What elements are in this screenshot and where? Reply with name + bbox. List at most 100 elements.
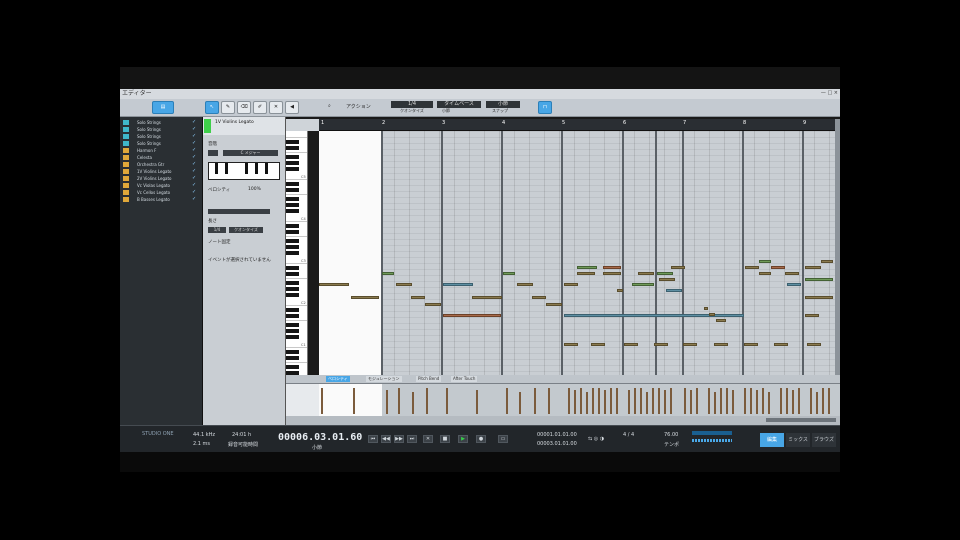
track-item[interactable]: Vc Violas Legato ✓ [120,182,202,189]
note-grid[interactable] [319,131,835,375]
midi-note[interactable] [805,278,833,281]
loop-start[interactable]: 00001.01.01.00 [537,432,577,438]
tempo-value[interactable]: 76.00 [664,432,678,438]
midi-note[interactable] [603,272,621,275]
check-icon[interactable]: ✓ [192,175,196,182]
tab-velocity[interactable]: ベロシティ [326,376,350,382]
midi-note[interactable] [443,283,473,286]
midi-note[interactable] [683,343,697,346]
check-icon[interactable]: ✓ [192,133,196,140]
length-mode-select[interactable]: クオンタイズ [229,227,263,233]
velocity-bar[interactable] [744,388,746,414]
midi-note[interactable] [666,289,682,292]
track-item[interactable]: Vc Cellos Legato ✓ [120,189,202,196]
midi-note[interactable] [396,283,412,286]
velocity-bar[interactable] [321,388,323,414]
velocity-bar[interactable] [598,388,600,414]
time-signature[interactable]: 4 / 4 [623,432,634,438]
eraser-tool-button[interactable]: ⌫ [237,101,251,114]
velocity-bar[interactable] [519,392,521,414]
action-menu[interactable]: アクション [346,103,371,110]
check-icon[interactable]: ✓ [192,189,196,196]
check-icon[interactable]: ✓ [192,196,196,203]
tab-after-touch[interactable]: After Touch [451,376,478,382]
velocity-bar[interactable] [592,388,594,414]
track-item[interactable]: Solo Strings ✓ [120,126,202,133]
velocity-bar[interactable] [720,388,722,414]
midi-note[interactable] [805,296,833,299]
velocity-bar[interactable] [756,390,758,414]
midi-note[interactable] [351,296,379,299]
lock-label[interactable]: ノート固定 [208,239,231,245]
vertical-scrollbar[interactable] [835,119,840,375]
midi-note[interactable] [745,266,759,269]
inspector-toggle-button[interactable]: ▤ [152,101,174,114]
midi-note[interactable] [564,283,578,286]
velocity-lane[interactable] [286,383,840,417]
midi-note[interactable] [774,343,788,346]
velocity-bar[interactable] [690,390,692,414]
midi-note[interactable] [821,260,833,263]
quantize-select[interactable]: 1/4 [391,101,433,108]
check-icon[interactable]: ✓ [192,147,196,154]
midi-note[interactable] [617,289,623,292]
midi-note[interactable] [654,343,668,346]
fast-forward-button[interactable]: ▶▶ [394,435,404,443]
velocity-bar[interactable] [640,388,642,414]
velocity-bar[interactable] [810,388,812,414]
track-item[interactable]: Celesta ✓ [120,154,202,161]
midi-note[interactable] [443,314,501,317]
velocity-slider[interactable] [208,209,270,214]
velocity-bar[interactable] [714,392,716,414]
velocity-bar[interactable] [798,388,800,414]
midi-note[interactable] [785,272,799,275]
velocity-bar[interactable] [548,388,550,414]
midi-note[interactable] [591,343,605,346]
snap-select[interactable]: 小節 [486,101,520,108]
midi-note[interactable] [671,266,685,269]
velocity-bar[interactable] [628,390,630,414]
velocity-bar[interactable] [616,388,618,414]
track-item[interactable]: B Basses Legato ✓ [120,196,202,203]
midi-note[interactable] [716,319,726,322]
velocity-bar[interactable] [732,390,734,414]
track-item[interactable]: Solo Strings ✓ [120,140,202,147]
velocity-bar[interactable] [353,388,355,414]
tab-modulation[interactable]: モジュレーション [366,376,402,382]
velocity-bar[interactable] [684,388,686,414]
track-item[interactable]: Harmon F ✓ [120,147,202,154]
midi-note[interactable] [805,266,821,269]
midi-note[interactable] [577,272,595,275]
tab-browse[interactable]: ブラウズ [812,433,836,447]
scale-key-select[interactable] [208,150,218,156]
midi-note[interactable] [517,283,533,286]
paint-tool-button[interactable]: ✐ [253,101,267,114]
velocity-bar[interactable] [792,390,794,414]
velocity-value[interactable]: 100% [248,187,261,192]
midi-note[interactable] [546,303,562,306]
loop-button[interactable]: ✕ [423,435,433,443]
midi-note[interactable] [603,266,621,269]
velocity-bar[interactable] [634,388,636,414]
timebase-select[interactable]: タイムベース [437,101,481,108]
velocity-bar[interactable] [708,388,710,414]
velocity-bar[interactable] [670,388,672,414]
velocity-bar[interactable] [506,388,508,414]
metronome-button[interactable]: ▭ [498,435,508,443]
midi-note[interactable] [759,260,771,263]
midi-note[interactable] [704,307,708,310]
midi-note[interactable] [564,314,744,317]
midi-note[interactable] [425,303,441,306]
midi-note[interactable] [714,343,728,346]
velocity-bar[interactable] [646,392,648,414]
midi-note[interactable] [532,296,546,299]
midi-note[interactable] [657,272,673,275]
velocity-bar[interactable] [726,388,728,414]
midi-note[interactable] [771,266,785,269]
check-icon[interactable]: ✓ [192,154,196,161]
stop-button[interactable]: ■ [440,435,450,443]
velocity-bar[interactable] [610,388,612,414]
velocity-bar[interactable] [426,388,428,414]
window-controls[interactable]: — □ × [821,90,838,96]
midi-note[interactable] [503,272,515,275]
